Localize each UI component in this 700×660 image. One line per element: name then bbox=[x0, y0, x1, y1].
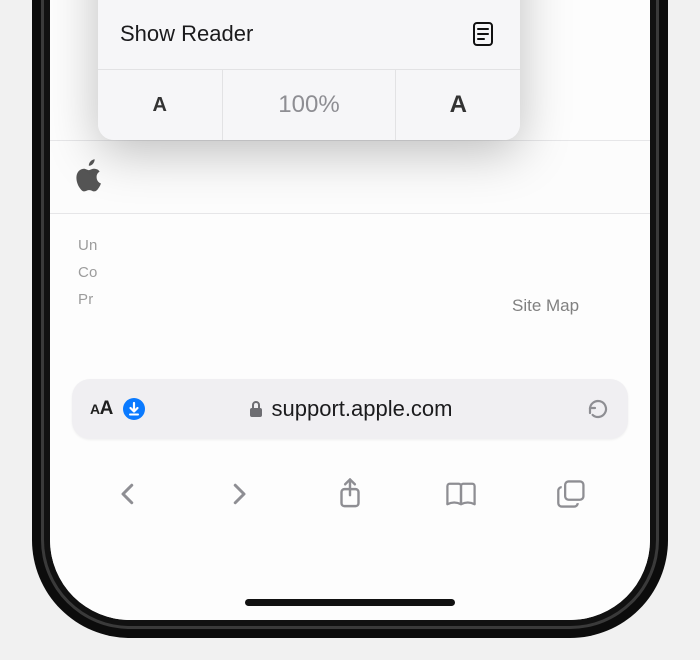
back-button[interactable] bbox=[98, 470, 158, 518]
url-bar[interactable]: AA support.apple.com bbox=[72, 379, 628, 439]
zoom-controls: A 100% A bbox=[98, 70, 520, 140]
footer-link-text: Pr bbox=[78, 286, 98, 313]
iphone-device-frame: Un Co Pr Site Map Show IP Address bbox=[50, 0, 650, 620]
url-host: support.apple.com bbox=[72, 396, 628, 422]
forward-button bbox=[209, 470, 269, 518]
urlbar-area: AA support.apple.com bbox=[50, 375, 650, 455]
apple-logo-icon bbox=[76, 159, 104, 193]
screen-viewport: Un Co Pr Site Map Show IP Address bbox=[50, 0, 650, 620]
download-indicator-icon[interactable] bbox=[123, 398, 145, 420]
page-settings-menu: Show IP Address Request Desktop Website bbox=[98, 0, 520, 140]
bottom-toolbar bbox=[50, 458, 650, 530]
footer-links: Un Co Pr bbox=[78, 232, 98, 313]
footer-link-text: Un bbox=[78, 232, 98, 259]
reader-icon bbox=[468, 19, 498, 49]
bookmarks-button[interactable] bbox=[431, 470, 491, 518]
site-map-link[interactable]: Site Map bbox=[512, 296, 579, 316]
menu-item-show-reader[interactable]: Show Reader bbox=[98, 0, 520, 70]
lock-icon bbox=[248, 399, 264, 419]
footer-link-text: Co bbox=[78, 259, 98, 286]
page-navbar bbox=[50, 140, 650, 214]
zoom-increase-button[interactable]: A bbox=[396, 70, 520, 140]
home-indicator[interactable] bbox=[245, 599, 455, 606]
text-size-icon[interactable]: AA bbox=[90, 398, 113, 420]
tabs-button[interactable] bbox=[542, 470, 602, 518]
menu-item-label: Show Reader bbox=[120, 21, 468, 47]
url-host-text: support.apple.com bbox=[272, 396, 453, 422]
reload-button[interactable] bbox=[586, 397, 610, 421]
zoom-level-display: 100% bbox=[223, 70, 397, 140]
zoom-decrease-button[interactable]: A bbox=[98, 70, 223, 140]
share-button[interactable] bbox=[320, 470, 380, 518]
